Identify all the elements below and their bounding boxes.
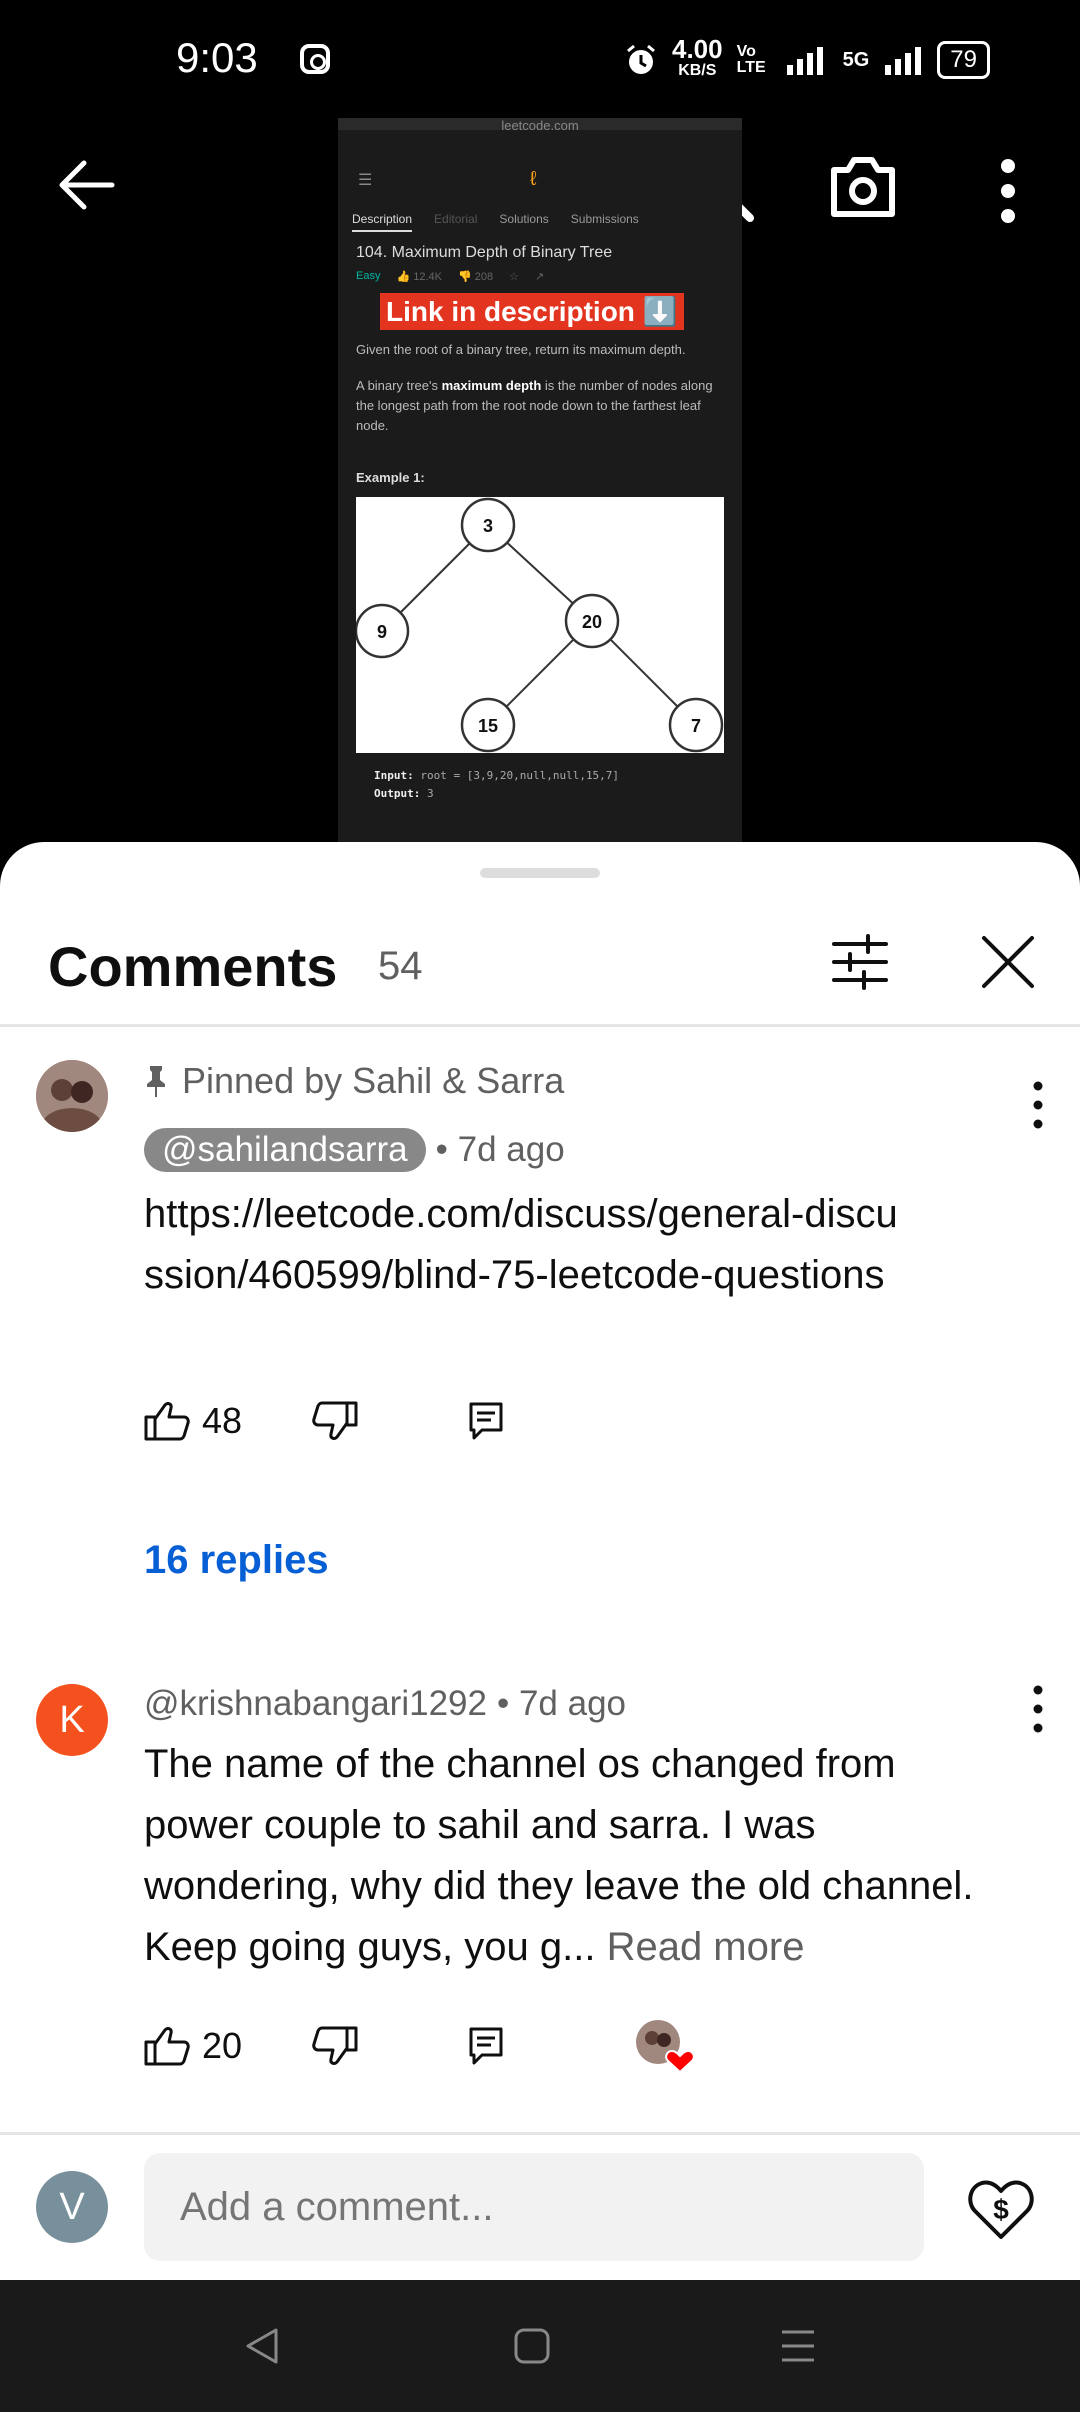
thumbs-up-icon xyxy=(144,1402,190,1441)
tree-node-label: 7 xyxy=(691,716,701,736)
author-handle[interactable]: @sahilandsarra xyxy=(144,1128,426,1172)
share-icon: ↗ xyxy=(534,271,545,283)
problem-meta: Easy 👍 12.4K 👎 208 ☆ ↗ xyxy=(338,266,742,287)
comment-time: • 7d ago xyxy=(496,1684,627,1723)
back-arrow-icon[interactable] xyxy=(56,160,116,210)
author-row: @krishnabangari1292 • 7d ago xyxy=(144,1684,626,1724)
super-thanks-icon[interactable]: $ xyxy=(966,2173,1036,2243)
status-time: 9:03 xyxy=(176,34,258,81)
alarm-icon xyxy=(627,44,655,74)
comments-count: 54 xyxy=(378,944,423,988)
comment-time: • 7d ago xyxy=(435,1130,565,1169)
star-icon: ☆ xyxy=(509,271,519,283)
problem-tabs: Description Editorial Solutions Submissi… xyxy=(352,212,639,232)
tree-node-label: 15 xyxy=(478,716,498,736)
leetcode-nav: ☰ ℓ Description Editorial Solutions Subm… xyxy=(338,130,742,240)
signal-icon xyxy=(786,47,823,75)
like-count: 20 xyxy=(202,2025,243,2066)
creator-heart-icon xyxy=(636,2020,695,2074)
comment-actions: 20 xyxy=(144,2018,695,2074)
tab-solutions: Solutions xyxy=(499,212,549,226)
problem-title: 104. Maximum Depth of Binary Tree xyxy=(356,244,613,261)
comments-header: Comments 54 xyxy=(0,882,1080,1027)
status-bar: 9:03 4.00 KB/S Vo LTE 5G 79 xyxy=(0,0,1080,120)
reply-button[interactable] xyxy=(468,2026,504,2066)
comment-text[interactable]: The name of the channel os changed from … xyxy=(144,1734,1004,1978)
example-label: Example 1: xyxy=(356,470,425,485)
leetcode-logo-icon: ℓ xyxy=(530,168,537,190)
reply-button[interactable] xyxy=(468,1401,504,1441)
status-indicators: 4.00 KB/S Vo LTE 5G 79 xyxy=(624,34,990,82)
comment-text[interactable]: https://leetcode.com/discuss/general-dis… xyxy=(144,1184,904,1306)
instagram-icon xyxy=(300,44,330,74)
recents-nav-icon[interactable] xyxy=(780,2328,816,2364)
more-options-icon[interactable] xyxy=(996,158,1020,224)
battery-indicator: 79 xyxy=(937,41,990,79)
dislike-button[interactable] xyxy=(312,1401,358,1441)
dislike-button[interactable] xyxy=(312,2026,358,2066)
avatar[interactable]: K xyxy=(36,1684,108,1756)
add-comment-input[interactable] xyxy=(144,2153,924,2261)
tree-node-label: 3 xyxy=(483,516,493,536)
tab-editorial: Editorial xyxy=(434,212,478,226)
tab-description: Description xyxy=(352,212,413,232)
tree-node-label: 20 xyxy=(582,612,602,632)
link-banner: Link in description ⬇️ xyxy=(380,293,684,330)
user-avatar[interactable]: V xyxy=(36,2171,108,2243)
like-button[interactable]: 48 xyxy=(144,1400,242,1442)
leetcode-screen: leetcode.com ☰ ℓ Description Editorial S… xyxy=(338,118,742,842)
pinned-text: Pinned by Sahil & Sarra xyxy=(182,1060,565,1101)
author-handle[interactable]: @krishnabangari1292 xyxy=(144,1684,487,1724)
more-icon[interactable] xyxy=(1032,1684,1044,1734)
more-icon[interactable] xyxy=(1032,1080,1044,1130)
pin-icon xyxy=(147,1066,165,1097)
difficulty-label: Easy xyxy=(356,270,381,282)
tree-node-label: 9 xyxy=(377,622,387,642)
url-bar: leetcode.com xyxy=(338,118,742,133)
comments-title: Comments xyxy=(48,935,338,998)
signal-5g-icon xyxy=(885,47,922,75)
like-button[interactable]: 20 xyxy=(144,2025,242,2067)
avatar[interactable] xyxy=(36,1060,108,1132)
network-speed: 4.00 KB/S xyxy=(672,34,723,82)
volte-label: Vo LTE xyxy=(736,43,766,76)
comments-sheet: Comments 54 Pinned by Sahil & Sarra @sah… xyxy=(0,842,1080,2283)
pinned-label: Pinned by Sahil & Sarra xyxy=(144,1060,564,1102)
back-nav-icon[interactable] xyxy=(244,2326,280,2366)
author-row: @sahilandsarra • 7d ago xyxy=(144,1128,565,1172)
network-type: 5G xyxy=(842,48,870,71)
add-comment-row: V $ xyxy=(0,2132,1080,2283)
speed-unit: KB/S xyxy=(678,62,717,79)
comment-actions: 48 xyxy=(144,1400,504,1442)
camera-icon[interactable] xyxy=(828,156,898,218)
home-nav-icon[interactable] xyxy=(514,2328,550,2364)
speed-value: 4.00 xyxy=(672,34,723,64)
drag-handle[interactable] xyxy=(480,868,600,878)
close-icon[interactable] xyxy=(978,932,1038,992)
comment-item: K @krishnabangari1292 • 7d ago The name … xyxy=(0,1684,1080,2104)
svg-text:$: $ xyxy=(993,2194,1009,2225)
read-more-link[interactable]: Read more xyxy=(607,1925,805,1969)
comment-item: Pinned by Sahil & Sarra @sahilandsarra •… xyxy=(0,1060,1080,1460)
filter-icon[interactable] xyxy=(830,932,890,992)
thumbs-up-icon xyxy=(144,2027,190,2066)
binary-tree-diagram: 3 9 20 15 7 xyxy=(356,497,724,753)
problem-desc-2: A binary tree's maximum depth is the num… xyxy=(356,378,713,433)
example-io: Input: root = [3,9,20,null,null,15,7] Ou… xyxy=(374,769,620,800)
tab-submissions: Submissions xyxy=(570,212,639,226)
problem-desc-1: Given the root of a binary tree, return … xyxy=(356,342,686,357)
menu-icon: ☰ xyxy=(358,172,373,189)
likes-count: 👍 12.4K xyxy=(396,271,442,283)
dislikes-count: 👎 208 xyxy=(457,271,494,283)
like-count: 48 xyxy=(202,1400,243,1441)
system-nav-bar xyxy=(0,2280,1080,2412)
view-replies-link[interactable]: 16 replies xyxy=(144,1538,329,1583)
